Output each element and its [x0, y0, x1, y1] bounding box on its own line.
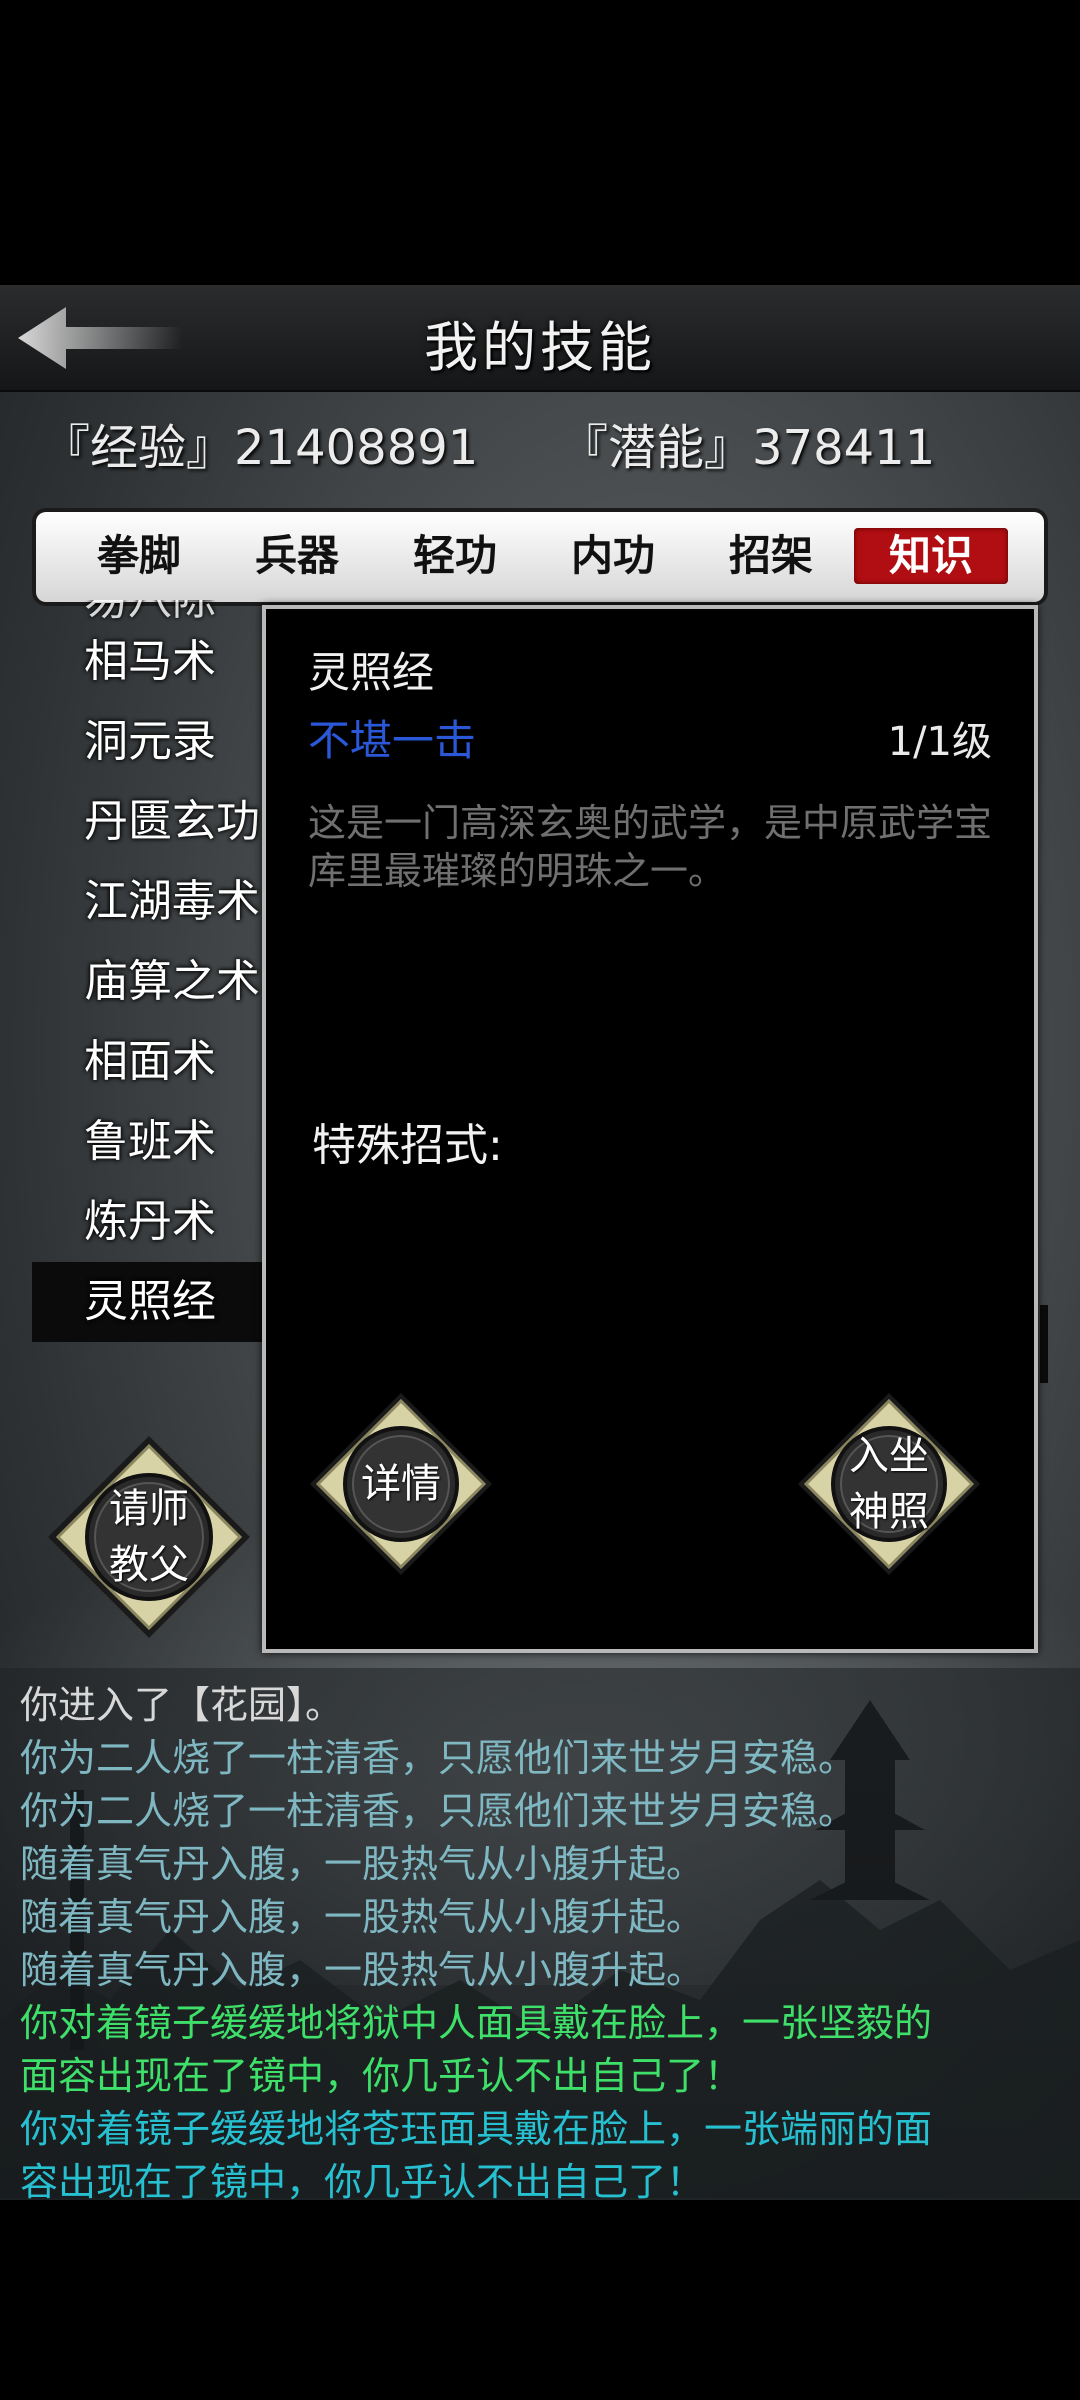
log-line: 你为二人烧了一柱清香，只愿他们来世岁月安稳。: [20, 1736, 857, 1780]
log-line: 随着真气丹入腹，一股热气从小腹升起。: [20, 1842, 705, 1886]
meditate-label-1: 入坐: [849, 1433, 929, 1479]
log-line: 随着真气丹入腹，一股热气从小腹升起。: [20, 1895, 705, 1939]
meditate-label-2: 神照: [849, 1489, 929, 1535]
experience-stat: 『经验』21408891: [42, 420, 479, 476]
log-line: 面容出现在了镜中，你几乎认不出自己了！: [20, 2054, 743, 2098]
skill-description: 这是一门高深玄奥的武学，是中原武学宝库里最璀璨的明珠之一。: [308, 801, 993, 893]
tab-lightness[interactable]: 轻功: [378, 528, 532, 584]
list-item[interactable]: 丹匮玄功: [32, 782, 270, 862]
skill-name: 灵照经: [308, 648, 435, 697]
diamond-badge-icon: [798, 1393, 980, 1575]
list-item-selected[interactable]: 灵照经: [32, 1262, 270, 1342]
special-moves-label: 特殊招式:: [312, 1120, 503, 1171]
ask-master-button[interactable]: 请师 教父: [44, 1432, 254, 1642]
ask-master-label-1: 请师: [109, 1486, 189, 1532]
list-item[interactable]: 易八陈: [32, 600, 270, 622]
skill-level: 1/1级: [887, 719, 992, 765]
tab-parry[interactable]: 招架: [694, 528, 848, 584]
details-button[interactable]: 详情: [306, 1389, 496, 1579]
skill-detail-popup: 灵照经 不堪一击 1/1级 这是一门高深玄奥的武学，是中原武学宝库里最璀璨的明珠…: [262, 605, 1038, 1653]
tab-inner[interactable]: 内功: [536, 528, 690, 584]
tab-fist[interactable]: 拳脚: [62, 528, 216, 584]
page-title: 我的技能: [424, 316, 656, 379]
selected-row-edge: [1040, 1305, 1048, 1383]
tab-weapon[interactable]: 兵器: [220, 528, 374, 584]
diamond-badge-icon: [48, 1436, 250, 1638]
list-item[interactable]: 炼丹术: [32, 1182, 270, 1262]
meditate-button[interactable]: 入坐 神照: [794, 1389, 984, 1579]
skill-list: 易八陈 相马术 洞元录 丹匮玄功 江湖毒术 庙算之术 相面术 鲁班术 炼丹术 灵…: [32, 600, 270, 1382]
list-item[interactable]: 江湖毒术: [32, 862, 270, 942]
log-line: 你进入了【花园】。: [20, 1683, 344, 1727]
log-line: 容出现在了镜中，你几乎认不出自己了！: [20, 2160, 705, 2204]
list-item[interactable]: 鲁班术: [32, 1102, 270, 1182]
log-line: 你对着镜子缓缓地将苍珏面具戴在脸上，一张端丽的面: [20, 2107, 933, 2151]
list-item[interactable]: 相马术: [32, 622, 270, 702]
message-log: 你进入了【花园】。 你为二人烧了一柱清香，只愿他们来世岁月安稳。 你为二人烧了一…: [0, 1668, 1080, 2204]
list-item[interactable]: 洞元录: [32, 702, 270, 782]
skill-category-tabs: 拳脚 兵器 轻功 内功 招架 知识: [36, 512, 1044, 602]
ask-master-label-2: 教父: [109, 1542, 189, 1588]
potential-stat: 『潜能』378411: [560, 420, 936, 476]
details-label: 详情: [361, 1461, 441, 1507]
log-line: 随着真气丹入腹，一股热气从小腹升起。: [20, 1948, 705, 1992]
log-line: 你为二人烧了一柱清香，只愿他们来世岁月安稳。: [20, 1789, 857, 1833]
list-item[interactable]: 相面术: [32, 1022, 270, 1102]
log-line: 你对着镜子缓缓地将狱中人面具戴在脸上，一张坚毅的: [20, 2001, 933, 2045]
list-item[interactable]: 庙算之术: [32, 942, 270, 1022]
header-bar: 我的技能: [0, 285, 1080, 392]
skill-rank: 不堪一击: [308, 716, 477, 765]
tab-knowledge[interactable]: 知识: [854, 528, 1008, 584]
